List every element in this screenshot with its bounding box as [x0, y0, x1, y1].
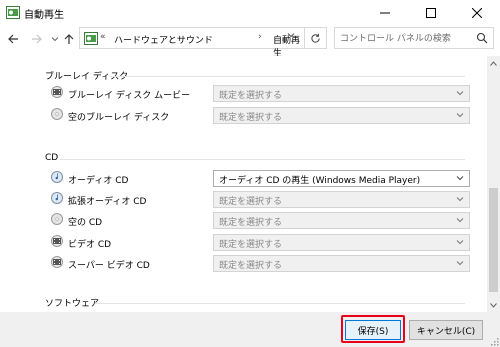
- chevron-down-icon: [490, 302, 497, 308]
- section-divider: [60, 159, 465, 160]
- select-value: 既定を選択する: [219, 218, 283, 228]
- chevron-down-icon: [456, 91, 464, 96]
- breadcrumb-hardware-sound[interactable]: ハードウェアとサウンド: [114, 33, 213, 46]
- navigation-bar: « ハードウェアとサウンド › 自動再生: [0, 25, 500, 59]
- select-enhanced-audio-cd[interactable]: 既定を選択する: [213, 191, 470, 208]
- select-value: 既定を選択する: [219, 261, 283, 271]
- chevron-down-icon: [287, 33, 295, 38]
- chevron-down-icon: [51, 37, 59, 42]
- close-icon: [472, 7, 482, 18]
- title-bar: 自動再生: [0, 0, 500, 25]
- chevron-down-icon: [456, 261, 464, 266]
- cancel-button[interactable]: キャンセル(C): [409, 320, 483, 340]
- resize-grip-icon[interactable]: [489, 336, 499, 346]
- forward-button[interactable]: [28, 29, 46, 49]
- select-value: 既定を選択する: [219, 197, 283, 207]
- search-box[interactable]: [334, 27, 494, 49]
- up-button[interactable]: [60, 29, 78, 49]
- refresh-button[interactable]: [305, 27, 327, 49]
- blank-disc-icon: [51, 108, 63, 120]
- maximize-button[interactable]: [408, 0, 454, 25]
- chevron-down-icon: [456, 240, 464, 245]
- search-icon: [476, 32, 488, 44]
- address-bar[interactable]: « ハードウェアとサウンド › 自動再生: [79, 27, 305, 59]
- section-divider: [95, 303, 465, 304]
- vertical-scrollbar[interactable]: [487, 56, 500, 312]
- maximize-icon: [426, 7, 436, 18]
- scrollbar-thumb[interactable]: [489, 188, 498, 292]
- select-value: オーディオ CD の再生 (Windows Media Player): [219, 176, 421, 186]
- row-label-blank-bluray: 空のブルーレイ ディスク: [68, 113, 170, 123]
- select-audio-cd[interactable]: オーディオ CD の再生 (Windows Media Player): [213, 170, 470, 187]
- address-overflow[interactable]: «: [100, 32, 106, 42]
- row-label-audio-cd: オーディオ CD: [68, 176, 129, 186]
- scroll-down-button[interactable]: [487, 298, 500, 312]
- scroll-up-button[interactable]: [487, 56, 500, 70]
- chevron-down-icon: [456, 197, 464, 202]
- close-button[interactable]: [454, 0, 500, 25]
- select-video-cd[interactable]: 既定を選択する: [213, 234, 470, 251]
- row-label-video-cd: ビデオ CD: [68, 240, 112, 250]
- audio-cd-icon: [51, 171, 63, 183]
- video-cd-icon: [51, 235, 63, 247]
- enhanced-audio-cd-icon: [51, 192, 63, 204]
- chevron-up-icon: [490, 60, 497, 66]
- section-divider: [110, 76, 465, 77]
- select-blank-cd[interactable]: 既定を選択する: [213, 212, 470, 229]
- refresh-icon: [311, 33, 320, 43]
- chevron-down-icon: [456, 218, 464, 223]
- select-bluray-movie[interactable]: 既定を選択する: [213, 85, 470, 102]
- select-blank-bluray[interactable]: 既定を選択する: [213, 107, 470, 124]
- row-label-enhanced-audio-cd: 拡張オーディオ CD: [68, 197, 147, 207]
- minimize-icon: [380, 12, 390, 13]
- breadcrumb-separator[interactable]: ›: [258, 32, 262, 42]
- window-title: 自動再生: [24, 10, 64, 21]
- row-label-bluray-movie: ブルーレイ ディスク ムービー: [68, 91, 191, 101]
- row-label-blank-cd: 空の CD: [68, 218, 103, 228]
- address-dropdown-button[interactable]: [283, 31, 299, 47]
- select-super-video-cd[interactable]: 既定を選択する: [213, 255, 470, 272]
- autoplay-settings-panel: ブルーレイ ディスク ブルーレイ ディスク ムービー 既定を選択する 空のブルー…: [0, 56, 487, 312]
- chevron-down-icon: [456, 113, 464, 118]
- section-heading-cd: CD: [45, 153, 59, 163]
- select-value: 既定を選択する: [219, 91, 283, 101]
- select-value: 既定を選択する: [219, 113, 283, 123]
- bluray-movie-icon: [51, 86, 63, 98]
- chevron-down-icon: [456, 176, 464, 181]
- save-button-highlight: [341, 315, 405, 343]
- section-heading-software: ソフトウェア: [45, 299, 100, 309]
- select-value: 既定を選択する: [219, 240, 283, 250]
- autoplay-app-icon: [6, 6, 20, 19]
- super-video-cd-icon: [51, 256, 63, 268]
- control-panel-icon: [84, 32, 98, 45]
- forward-arrow-icon: [32, 34, 42, 44]
- row-label-super-video-cd: スーパー ビデオ CD: [68, 261, 150, 271]
- up-arrow-icon: [64, 34, 74, 44]
- minimize-button[interactable]: [362, 0, 408, 25]
- search-input[interactable]: [340, 31, 470, 46]
- blank-cd-icon: [51, 213, 63, 225]
- back-arrow-icon: [8, 34, 18, 44]
- back-button[interactable]: [4, 29, 22, 49]
- dialog-footer: 保存(S) キャンセル(C): [0, 312, 500, 347]
